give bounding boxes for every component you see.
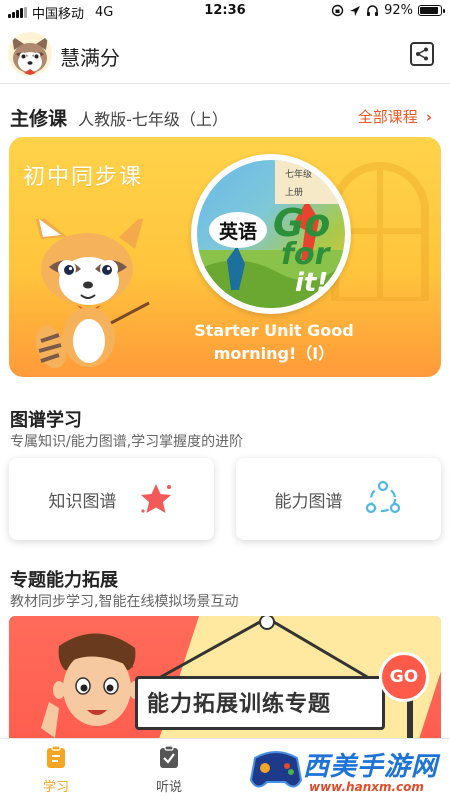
share-icon [416, 47, 428, 61]
knowledge-graph-label: 知识图谱 [48, 491, 117, 512]
study-icon [47, 745, 65, 768]
nav-tab-study[interactable]: 学习 [26, 745, 86, 795]
network-graph-icon [365, 480, 400, 514]
all-courses-label: 全部课程 [357, 108, 418, 126]
battery-percent: 92% [384, 3, 413, 18]
watermark-url: www.hanxm.com [309, 780, 424, 794]
book-volume: 上册 [285, 188, 304, 198]
status-right: 92% [331, 3, 445, 18]
book-title-for: for [281, 237, 330, 272]
book-title-go: Go [273, 201, 331, 245]
star-icon [140, 484, 171, 513]
graph-learning-title: 图谱学习 [10, 410, 82, 431]
ability-training-banner[interactable]: 能力拓展训练专题 GO [9, 616, 441, 738]
textbook-cover[interactable]: 七年级 上册 英语 Go for it! [191, 154, 351, 314]
main-course-title: 主修课 [10, 108, 68, 130]
app-header: 慧满分 [0, 22, 450, 84]
book-title-it: it! [295, 268, 329, 298]
all-courses-link[interactable]: 全部课程 › [358, 106, 432, 127]
clipboard-check-icon [160, 745, 178, 768]
book-header: 七年级 上册 [275, 160, 345, 204]
headphones-icon [367, 5, 379, 16]
textbook-edition: 人教版-七年级（上） [78, 110, 228, 129]
nav-label-listen-speak: 听说 [155, 780, 182, 795]
go-sign: GO [379, 652, 429, 702]
book-grade: 七年级 [285, 170, 313, 180]
textbook-cover-image: 七年级 上册 英语 Go for it! [197, 160, 345, 308]
gamepad-logo [249, 751, 303, 788]
chevron-right-icon: › [425, 108, 432, 126]
raccoon-mascot [35, 219, 150, 369]
sync-course-card[interactable]: 初中同步课 七年级 上册 英语 Go for it! Starter Unit … [9, 137, 441, 377]
graph-learning-desc: 专属知识/能力图谱,学习掌握度的进阶 [10, 434, 244, 450]
site-watermark: 西美手游网 www.hanxm.com [245, 740, 450, 800]
main-course-header: 主修课 人教版-七年级（上） 全部课程 › [10, 104, 440, 130]
status-bar: 中国移动 4G 12:36 92% [0, 0, 450, 22]
rotation-lock-icon [331, 4, 344, 17]
ability-graph-card[interactable]: 能力图谱 [236, 458, 441, 540]
nav-label-study: 学习 [42, 780, 69, 795]
ability-graph-label: 能力图谱 [274, 491, 343, 512]
app-logo [8, 32, 52, 76]
nav-tab-listen-speak[interactable]: 听说 [139, 745, 199, 795]
location-icon [350, 5, 361, 16]
share-button[interactable] [410, 42, 434, 66]
battery-icon [418, 5, 445, 16]
watermark-title: 西美手游网 [303, 752, 439, 782]
ability-extension-title: 专题能力拓展 [10, 570, 118, 591]
banner-title: 能力拓展训练专题 [147, 692, 332, 717]
course-tag: 初中同步课 [23, 165, 144, 190]
knowledge-graph-card[interactable]: 知识图谱 [9, 458, 214, 540]
app-title: 慧满分 [60, 46, 120, 70]
book-subject: 英语 [209, 212, 267, 248]
ability-extension-desc: 教材同步学习,智能在线模拟场景互动 [10, 594, 239, 610]
unit-title: Starter Unit Good morning!（Ⅰ） [194, 321, 354, 363]
